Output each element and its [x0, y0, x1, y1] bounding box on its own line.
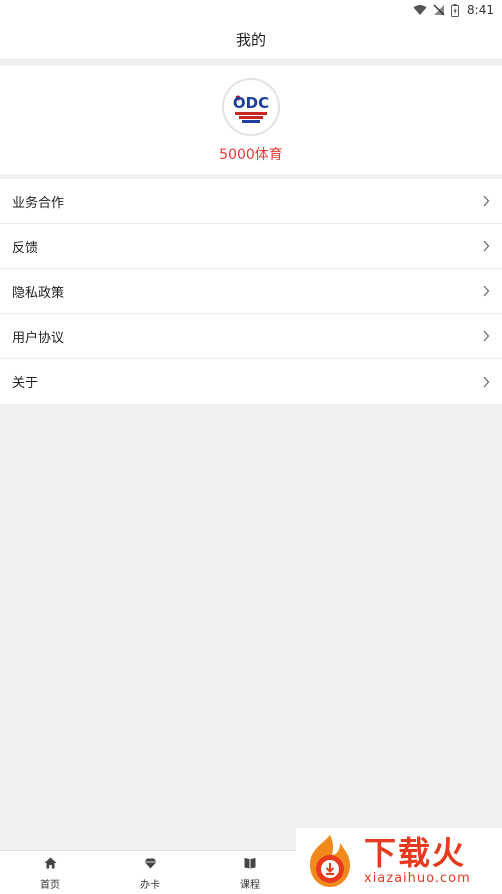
home-icon [44, 854, 57, 873]
title-bar: 我的 [0, 20, 502, 60]
profile-card: ODC 5000体育 [0, 66, 502, 174]
chevron-right-icon [482, 285, 490, 297]
menu-item-agreement[interactable]: 用户协议 [0, 314, 502, 359]
menu-list: 业务合作 反馈 隐私政策 用户协议 关于 [0, 179, 502, 404]
menu-item-privacy[interactable]: 隐私政策 [0, 269, 502, 314]
menu-item-label: 反馈 [12, 240, 39, 256]
chevron-right-icon [482, 240, 490, 252]
wifi-icon [413, 4, 427, 16]
page-title: 我的 [235, 31, 266, 49]
profile-name: 5000体育 [219, 147, 283, 163]
nav-label: 首页 [40, 880, 60, 891]
fire-logo-icon [300, 831, 360, 891]
status-bar: 8:41 [0, 0, 502, 20]
no-signal-icon [433, 4, 445, 16]
battery-icon [451, 3, 460, 17]
nav-item-card[interactable]: 办卡 [100, 851, 200, 894]
nav-label: 课程 [240, 880, 260, 891]
menu-item-feedback[interactable]: 反馈 [0, 224, 502, 269]
nav-item-home[interactable]: 首页 [0, 851, 100, 894]
chevron-right-icon [482, 195, 490, 207]
watermark: 下载火 xiazaihuo.com [296, 828, 502, 894]
menu-item-about[interactable]: 关于 [0, 359, 502, 404]
svg-text:ODC: ODC [233, 94, 269, 112]
menu-item-label: 用户协议 [12, 330, 65, 346]
menu-item-label: 关于 [12, 376, 39, 391]
watermark-subtitle: xiazaihuo.com [364, 871, 471, 886]
menu-item-label: 隐私政策 [12, 285, 65, 301]
nav-label: 办卡 [140, 880, 160, 891]
brand-logo-icon: ODC [226, 80, 276, 134]
chevron-right-icon [482, 376, 490, 388]
chevron-right-icon [482, 330, 490, 342]
menu-item-business[interactable]: 业务合作 [0, 179, 502, 224]
menu-item-label: 业务合作 [12, 195, 65, 211]
avatar[interactable]: ODC [222, 78, 280, 136]
diamond-icon [144, 854, 157, 873]
status-time: 8:41 [467, 3, 494, 17]
watermark-title: 下载火 [364, 834, 467, 872]
book-icon [244, 854, 256, 873]
nav-item-course[interactable]: 课程 [200, 851, 300, 894]
